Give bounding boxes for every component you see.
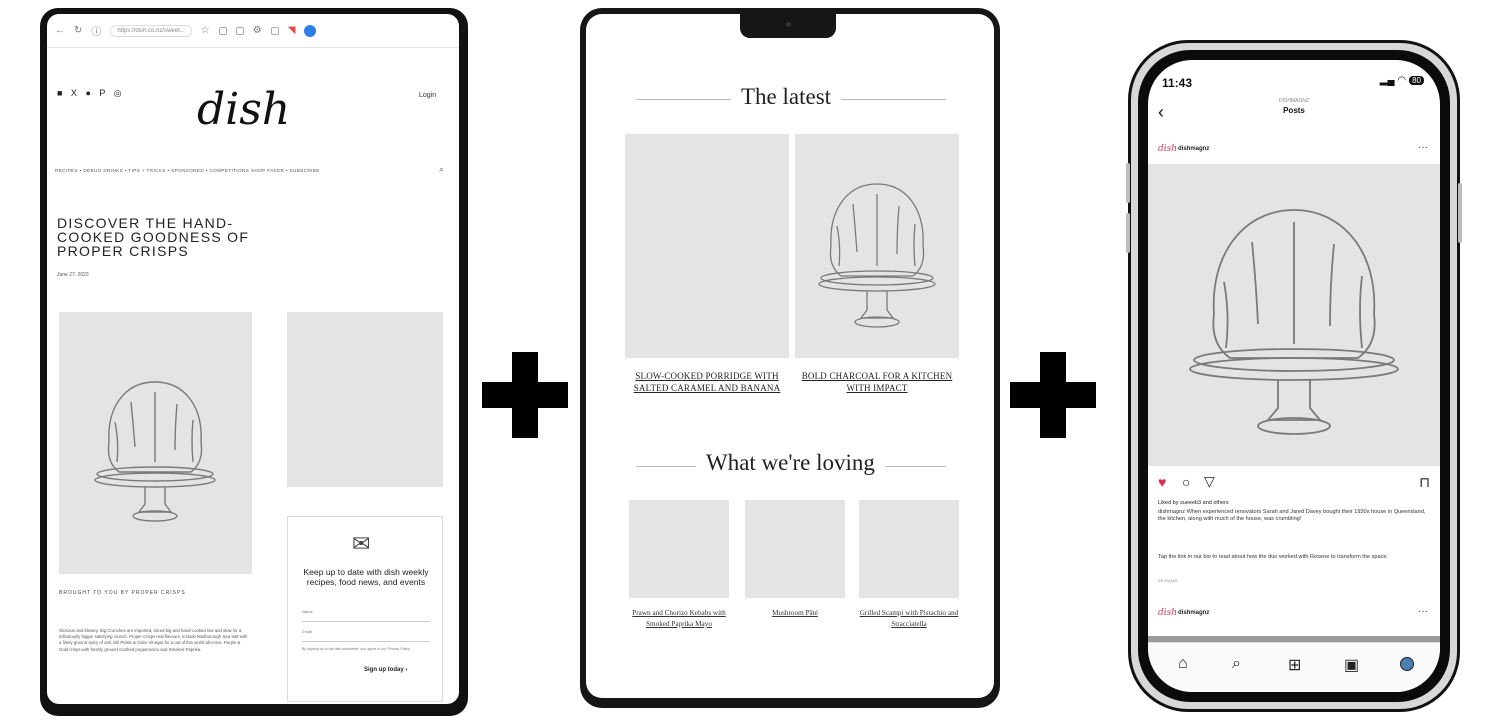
tablet-screen: The latest SLOW-COOKED PORRIDGE WITH SAL… <box>586 14 994 698</box>
star-icon[interactable]: ☆ <box>201 25 210 36</box>
loving-heading: What we're loving <box>696 450 885 476</box>
header-title: Posts <box>1283 106 1305 115</box>
name-field-label: Name <box>302 609 313 614</box>
extension-icon[interactable] <box>270 26 279 35</box>
email-field-label: Email <box>302 629 313 634</box>
liked-by-text[interactable]: Liked by sueeeb3 and others <box>1158 500 1229 506</box>
more-options-icon[interactable]: ··· <box>1418 142 1428 153</box>
post-username[interactable]: dishmagnz <box>1178 146 1209 152</box>
signal-icon: ▂▄ <box>1379 75 1395 86</box>
browser-toolbar: ← ↻ ⓘ https://dish.co.nz/sweet... ☆ ⚙ ◥ <box>47 14 459 48</box>
post-image-placeholder[interactable] <box>1148 164 1440 466</box>
loving-image-placeholder[interactable] <box>859 500 959 598</box>
loving-caption-link[interactable]: Mushroom Pâté <box>745 608 845 619</box>
extension-red-icon[interactable]: ◥ <box>288 25 296 36</box>
newsletter-card: ✉ Keep up to date with dish weekly recip… <box>287 516 443 702</box>
tablet-device: The latest SLOW-COOKED PORRIDGE WITH SAL… <box>580 8 1000 708</box>
sidebar-ad-placeholder <box>287 312 443 487</box>
envelope-icon: ✉ <box>352 531 371 556</box>
signup-button[interactable]: Sign up today › <box>364 667 407 673</box>
tablet-browser-device: ← ↻ ⓘ https://dish.co.nz/sweet... ☆ ⚙ ◥ … <box>40 8 468 716</box>
browser-screen: ← ↻ ⓘ https://dish.co.nz/sweet... ☆ ⚙ ◥ … <box>47 14 459 704</box>
camera-lens <box>786 22 791 27</box>
refresh-icon[interactable]: ↻ <box>74 25 82 36</box>
phone-button <box>1458 183 1462 243</box>
header-username: DISHMAGNZ <box>1279 98 1309 104</box>
sponsor-credit: BROUGHT TO YOU BY PROPER CRISPS <box>59 590 186 596</box>
bottom-tab-bar: ⌂ ⌕ ⊞ ▣ <box>1148 642 1440 692</box>
article-date: June 27, 2023 <box>57 272 89 278</box>
loving-caption-link[interactable]: Prawn and Chorizo Kebabs with Smoked Pap… <box>629 608 729 630</box>
status-time: 11:43 <box>1162 76 1193 90</box>
newsletter-fine-print: By signing up to the dish newsletter, yo… <box>302 647 410 651</box>
profile-icon[interactable] <box>304 24 317 37</box>
post-actions: ♥ ○ ▽ ⊓ <box>1158 473 1430 491</box>
bookmark-icon[interactable]: ⊓ <box>1419 474 1430 491</box>
article-title: DISCOVER THE HAND-COOKED GOODNESS OF PRO… <box>57 215 250 259</box>
lock-icon: ⓘ <box>91 27 102 38</box>
search-icon[interactable]: ⌕ <box>439 164 444 175</box>
composite-stage: ← ↻ ⓘ https://dish.co.nz/sweet... ☆ ⚙ ◥ … <box>0 0 1492 721</box>
loving-image-placeholder[interactable] <box>745 500 845 598</box>
article-image-placeholder <box>59 312 252 574</box>
home-icon[interactable]: ⌂ <box>1178 655 1188 673</box>
site-logo[interactable]: dish <box>197 84 290 135</box>
post-caption: dishmagnz When experienced renovators Sa… <box>1158 509 1426 523</box>
post-caption-continued: Tap the link in our bio to read about ho… <box>1158 554 1389 560</box>
avatar[interactable]: dish <box>1158 608 1177 618</box>
article-body: Glorious and blowey. Big Crunches are im… <box>59 628 248 652</box>
phone-screen: 11:43 ▂▄ ◠ 80 ‹ DISHMAGNZ Posts dish dish… <box>1148 60 1440 692</box>
wifi-icon: ◠ <box>1397 75 1407 86</box>
latest-heading: The latest <box>731 84 842 110</box>
phone-device: 11:43 ▂▄ ◠ 80 ‹ DISHMAGNZ Posts dish dish… <box>1126 40 1462 712</box>
site-nav[interactable]: RECIPES • DEBUG DRINKS • TIPS + TRICKS •… <box>55 168 453 173</box>
profile-avatar-icon[interactable] <box>1400 657 1414 671</box>
phone-button <box>1126 163 1130 203</box>
search-icon[interactable]: ⌕ <box>1232 655 1241 673</box>
latest-caption-link[interactable]: BOLD CHARCOAL FOR A KITCHEN WITH IMPACT <box>795 370 959 394</box>
extension-icon[interactable] <box>235 26 244 35</box>
add-post-icon[interactable]: ⊞ <box>1288 655 1301 675</box>
login-link[interactable]: Login <box>419 92 436 99</box>
settings-icon[interactable]: ⚙ <box>253 25 262 36</box>
bundt-cake-icon <box>94 381 216 522</box>
post-date: 16 August <box>1158 578 1178 583</box>
email-field[interactable] <box>302 641 430 642</box>
heart-icon[interactable]: ♥ <box>1158 474 1166 490</box>
send-icon[interactable]: ▽ <box>1204 473 1215 490</box>
bundt-cake-icon <box>1189 209 1399 435</box>
phone-button <box>1126 213 1130 253</box>
loving-image-placeholder[interactable] <box>629 500 729 598</box>
back-arrow-icon[interactable]: ← <box>55 25 65 36</box>
social-icons[interactable]: ■ X ● P ◎ <box>57 88 125 99</box>
newsletter-heading: Keep up to date with dish weekly recipes… <box>303 567 429 587</box>
loving-caption-link[interactable]: Grilled Scampi with Pistachio and Stracc… <box>859 608 959 630</box>
status-icons: ▂▄ ◠ 80 <box>1380 75 1424 86</box>
bundt-cake-icon <box>818 183 936 328</box>
address-bar[interactable]: https://dish.co.nz/sweet... <box>110 24 192 37</box>
post-username[interactable]: dishmagnz <box>1178 610 1209 616</box>
more-options-icon[interactable]: ··· <box>1418 606 1428 617</box>
latest-image-placeholder[interactable] <box>795 134 959 358</box>
latest-image-placeholder[interactable] <box>625 134 789 358</box>
latest-caption-link[interactable]: SLOW-COOKED PORRIDGE WITH SALTED CARAMEL… <box>625 370 789 394</box>
name-field[interactable] <box>302 621 430 622</box>
plus-icon <box>1010 352 1096 438</box>
avatar[interactable]: dish <box>1158 144 1177 154</box>
battery-icon: 80 <box>1409 76 1424 85</box>
reels-icon[interactable]: ▣ <box>1344 655 1359 675</box>
comment-icon[interactable]: ○ <box>1182 474 1190 490</box>
extension-icon[interactable] <box>218 26 227 35</box>
plus-icon <box>482 352 568 438</box>
